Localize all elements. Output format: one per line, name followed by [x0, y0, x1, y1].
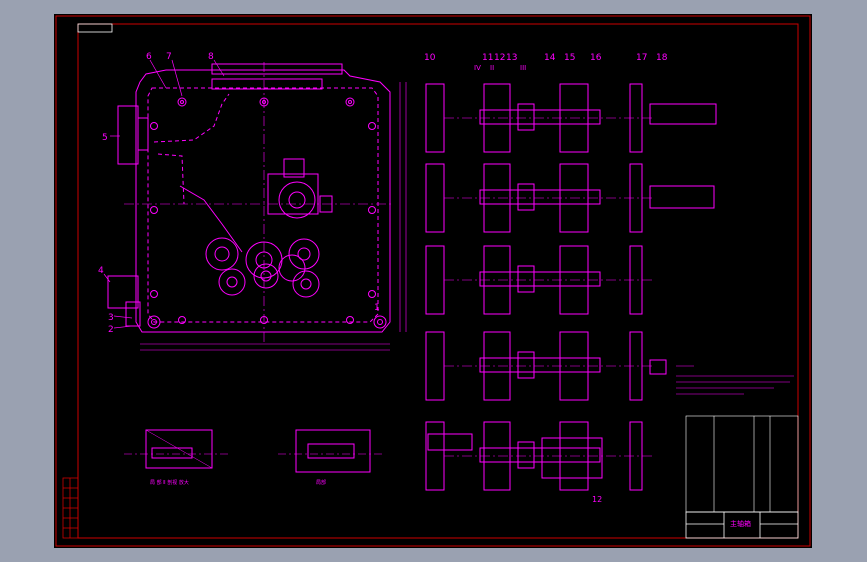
- section-1-motor: [649, 103, 717, 125]
- section-3-wall-left: [425, 245, 445, 315]
- section-mark-iv: IV: [474, 64, 481, 72]
- section-3-shaft: [479, 271, 601, 287]
- balloon-12: 12: [494, 53, 505, 63]
- balloon-13: 13: [506, 53, 517, 63]
- section-mark-iii: III: [520, 64, 526, 72]
- leader-lines: [103, 59, 225, 329]
- section-4-coupling: [649, 359, 667, 375]
- balloon-4: 4: [98, 266, 104, 276]
- balloon-5: 5: [102, 133, 108, 143]
- balloon-15: 15: [564, 53, 575, 63]
- parts-list: [685, 415, 799, 513]
- balloon-6: 6: [146, 52, 152, 62]
- section-4-wall-left: [425, 331, 445, 401]
- balloon-1: 1: [374, 303, 380, 313]
- balloon-18: 18: [656, 53, 668, 63]
- section-5-shaft: [479, 447, 601, 463]
- section-5-housing: [541, 437, 603, 479]
- technical-notes: [676, 365, 794, 395]
- balloon-17: 17: [636, 53, 647, 63]
- title-block-title: 主轴箱: [730, 519, 751, 528]
- section-2-shaft: [479, 189, 601, 205]
- detail-b-caption: 局部: [316, 479, 326, 486]
- corner-tag: [77, 23, 113, 33]
- detail-a-caption: 局 部 Ⅱ 剖视 放大: [150, 479, 189, 486]
- balloon-2: 2: [108, 325, 114, 335]
- gearbox-front-view: [107, 62, 407, 351]
- section-2-gear: [517, 183, 535, 211]
- balloon-16: 16: [590, 53, 602, 63]
- balloon-14: 14: [544, 53, 556, 63]
- detail-view-a: [124, 429, 230, 469]
- section-5-wall-left: [425, 421, 445, 491]
- balloon-10: 10: [424, 53, 436, 63]
- detail-view-b: [278, 429, 384, 473]
- balloon-11: 11: [482, 53, 493, 63]
- section-1-wall-left: [425, 83, 445, 153]
- balloon-8: 8: [208, 52, 214, 62]
- balloon-3: 3: [108, 313, 114, 323]
- cad-drawing: 6 7 8 5 4 3 2 10 11 12 13 14 15 16 17 18…: [55, 15, 811, 547]
- balloon-7: 7: [166, 52, 172, 62]
- section-5-gear: [517, 441, 535, 469]
- outer-frame: [55, 15, 811, 547]
- small-balloon: 12: [592, 495, 602, 504]
- section-1-shaft: [479, 109, 601, 125]
- side-section-views: [425, 83, 717, 491]
- margin-table: [62, 477, 79, 539]
- section-2-motor: [649, 185, 715, 209]
- section-3-gear: [517, 265, 535, 293]
- section-1-gear: [517, 103, 535, 131]
- section-mark-ii: II: [490, 64, 494, 72]
- section-4-gear: [517, 351, 535, 379]
- section-2-wall-left: [425, 163, 445, 233]
- section-5-flange: [427, 433, 473, 451]
- section-4-shaft: [479, 357, 601, 373]
- drawing-sheet: 6 7 8 5 4 3 2 10 11 12 13 14 15 16 17 18…: [54, 14, 812, 548]
